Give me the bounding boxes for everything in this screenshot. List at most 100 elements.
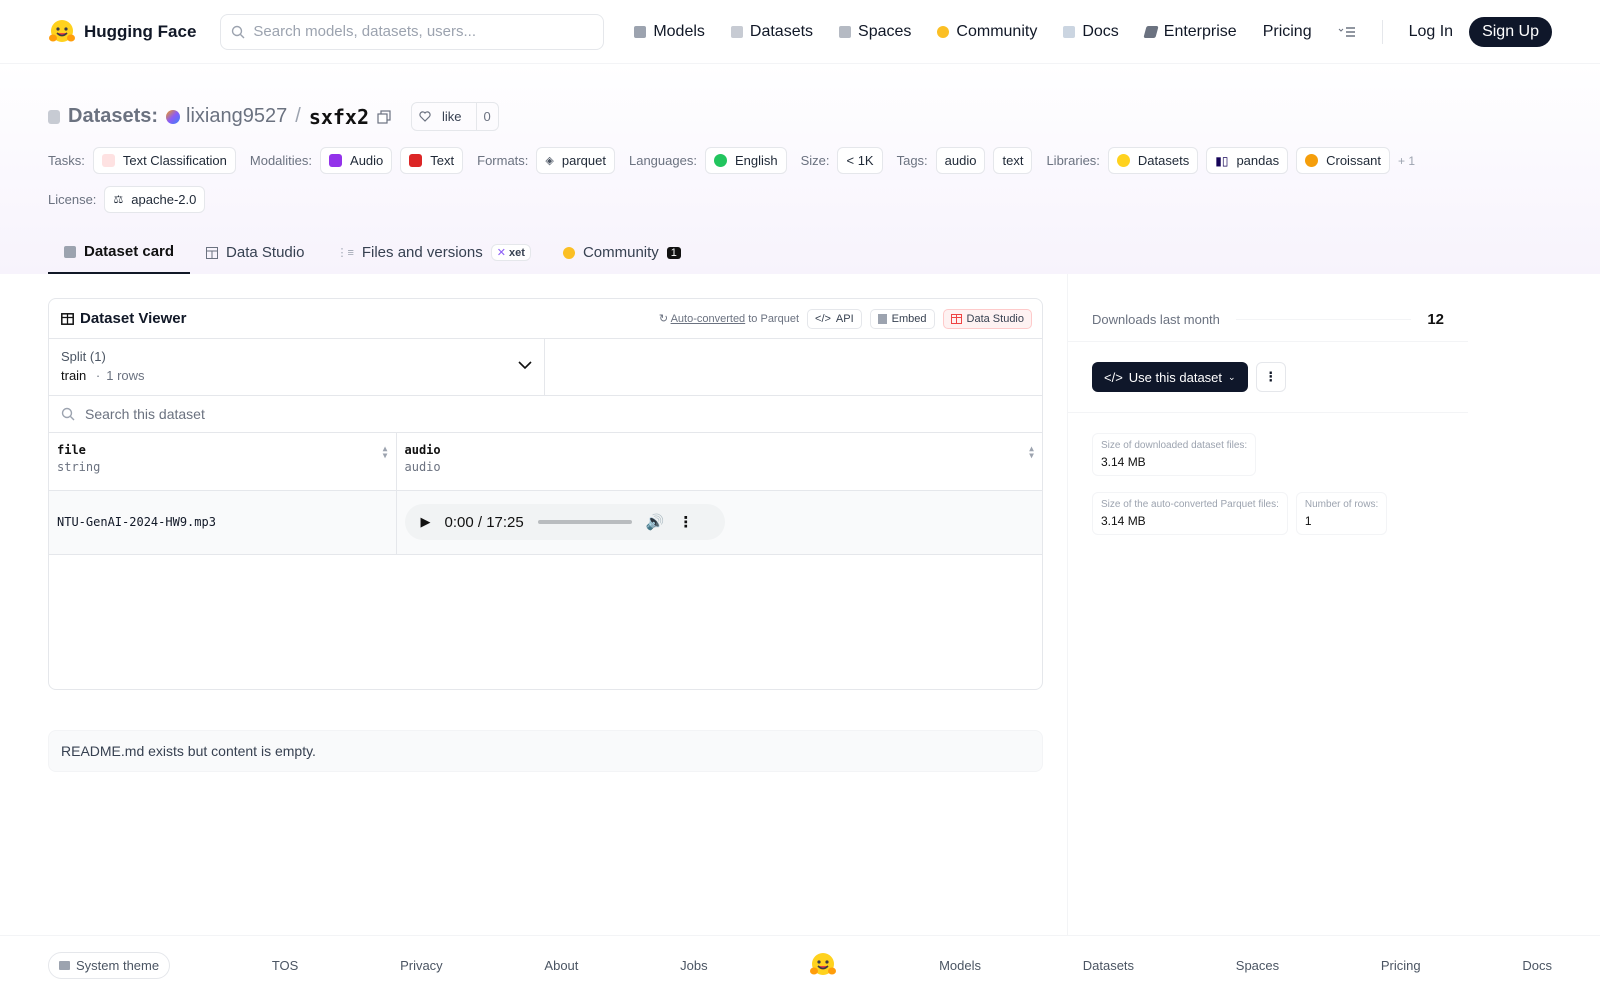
- repo-tabs: Dataset card Data Studio ⋮≡ Files and ver…: [48, 233, 697, 274]
- signup-button[interactable]: Sign Up: [1469, 16, 1552, 47]
- tag-size[interactable]: < 1K: [837, 147, 883, 174]
- text-classification-icon: [101, 154, 115, 167]
- hugging-face-logo-icon[interactable]: [809, 951, 837, 979]
- column-header-file[interactable]: file string ▲ ▼: [49, 433, 397, 491]
- tag-croissant[interactable]: Croissant: [1296, 147, 1391, 174]
- nav-community[interactable]: Community: [937, 23, 1037, 41]
- tag-datasets-lib[interactable]: Datasets: [1107, 147, 1199, 174]
- modalities-label: Modalities:: [249, 153, 313, 168]
- like-button[interactable]: like 0: [411, 102, 499, 131]
- use-dataset-button[interactable]: </> Use this dataset ⌄: [1092, 362, 1248, 392]
- spaces-icon: [839, 25, 852, 38]
- theme-toggle[interactable]: System theme: [48, 951, 171, 979]
- footer-link-spaces[interactable]: Spaces: [1236, 958, 1279, 973]
- tag-label: Text Classification: [122, 153, 227, 168]
- more-tags-link[interactable]: + 1: [1398, 154, 1415, 168]
- dataset-search-input[interactable]: [85, 406, 1030, 422]
- nav-spaces-label: Spaces: [858, 22, 912, 40]
- global-search[interactable]: [220, 13, 605, 50]
- tag-audio[interactable]: Audio: [320, 147, 393, 174]
- xet-label: xet: [509, 247, 525, 259]
- code-icon: </>: [1104, 369, 1123, 385]
- nav-datasets[interactable]: Datasets: [730, 22, 814, 41]
- nav-more-menu[interactable]: [1338, 26, 1356, 38]
- files-icon: ⋮≡: [336, 247, 354, 259]
- tab-dataset-card[interactable]: Dataset card: [48, 233, 191, 274]
- brand-name: Hugging Face: [84, 21, 197, 41]
- nav-docs[interactable]: Docs: [1063, 23, 1119, 41]
- sort-icon[interactable]: ▲ ▼: [383, 445, 388, 460]
- data-studio-button[interactable]: Data Studio: [942, 308, 1032, 329]
- auto-converted-link[interactable]: Auto-converted: [671, 313, 746, 325]
- docs-icon: [1063, 25, 1076, 38]
- footer-link-pricing[interactable]: Pricing: [1381, 958, 1421, 973]
- tab-data-studio[interactable]: Data Studio: [190, 233, 320, 274]
- footer-link-tos[interactable]: TOS: [272, 958, 299, 973]
- column-type: string: [57, 460, 101, 474]
- tag-text-classification[interactable]: Text Classification: [92, 147, 236, 174]
- footer-link-jobs[interactable]: Jobs: [680, 958, 707, 973]
- size-info: Size of downloaded dataset files: 3.14 M…: [1068, 413, 1468, 555]
- embed-button[interactable]: Embed: [869, 308, 935, 329]
- audio-progress-bar[interactable]: [537, 520, 632, 524]
- repo-type-label: Datasets:: [68, 105, 159, 127]
- to-parquet-text: to Parquet: [748, 313, 800, 325]
- login-link[interactable]: Log In: [1409, 23, 1453, 41]
- enterprise-icon: [1143, 25, 1159, 38]
- footer-link-privacy[interactable]: Privacy: [400, 958, 443, 973]
- play-icon[interactable]: ▶: [421, 514, 431, 530]
- nav-datasets-label: Datasets: [749, 22, 814, 40]
- dataset-viewer: Dataset Viewer ↻ Auto-converted to Parqu…: [48, 298, 1043, 690]
- repo-name[interactable]: sxfx2: [309, 105, 369, 129]
- dataset-search[interactable]: [49, 396, 1042, 433]
- audio-player[interactable]: ▶ 0:00 / 17:25 🔊 ⋮: [404, 504, 725, 540]
- more-options-button[interactable]: ⋮: [1255, 362, 1286, 392]
- dataset-card-icon: [64, 245, 76, 258]
- footer-link-models[interactable]: Models: [939, 958, 981, 973]
- size-parquet-value: 3.14 MB: [1101, 514, 1146, 528]
- nav-models[interactable]: Models: [634, 23, 705, 41]
- community-icon: [562, 246, 575, 259]
- tab-community[interactable]: Community 1: [547, 233, 697, 274]
- repo-owner-link[interactable]: lixiang9527: [166, 105, 287, 128]
- column-name: file: [57, 443, 86, 457]
- cell-file[interactable]: NTU-GenAI-2024-HW9.mp3: [49, 490, 397, 555]
- data-studio-label: Data Studio: [966, 312, 1024, 325]
- brand-link[interactable]: Hugging Face: [48, 18, 196, 46]
- heart-icon: [419, 111, 431, 122]
- tag-label: pandas: [1236, 153, 1280, 168]
- embed-label: Embed: [891, 312, 927, 325]
- tag-label: apache-2.0: [131, 192, 197, 207]
- footer-link-datasets[interactable]: Datasets: [1083, 958, 1134, 973]
- tag-audio-keyword[interactable]: audio: [935, 147, 986, 174]
- copy-icon[interactable]: [377, 109, 391, 124]
- global-search-input[interactable]: [253, 23, 594, 40]
- like-count: 0: [475, 103, 498, 130]
- languages-label: Languages:: [628, 153, 697, 168]
- tag-text-keyword[interactable]: text: [993, 147, 1033, 174]
- tab-label: Dataset card: [84, 243, 175, 260]
- tag-label: text: [1002, 153, 1024, 168]
- split-selector[interactable]: Split (1) train · 1 rows: [49, 339, 545, 395]
- size-downloaded-box: Size of downloaded dataset files: 3.14 M…: [1092, 433, 1257, 476]
- tag-text[interactable]: Text: [400, 147, 464, 174]
- api-button[interactable]: </> API: [807, 308, 862, 329]
- tag-english[interactable]: English: [704, 147, 787, 174]
- tag-pandas[interactable]: ▮▯ pandas: [1206, 147, 1289, 174]
- tab-files-and-versions[interactable]: ⋮≡ Files and versions ✕ xet: [320, 233, 547, 274]
- nav-pricing[interactable]: Pricing: [1263, 23, 1312, 41]
- split-row: Split (1) train · 1 rows: [49, 339, 1042, 396]
- footer-link-about[interactable]: About: [544, 958, 578, 973]
- tag-parquet[interactable]: ◈ parquet: [536, 147, 615, 174]
- more-options-icon[interactable]: ⋮: [678, 513, 693, 531]
- search-icon: [232, 25, 245, 38]
- nav-enterprise[interactable]: Enterprise: [1143, 23, 1237, 41]
- footer-link-docs[interactable]: Docs: [1522, 958, 1552, 973]
- nav-spaces[interactable]: Spaces: [839, 23, 911, 41]
- volume-icon[interactable]: 🔊: [646, 513, 665, 531]
- sort-icon[interactable]: ▲ ▼: [1029, 445, 1034, 460]
- tag-label: < 1K: [846, 153, 874, 168]
- left-column: Dataset Viewer ↻ Auto-converted to Parqu…: [0, 274, 1068, 935]
- column-header-audio[interactable]: audio audio ▲ ▼: [396, 433, 1042, 491]
- tag-license[interactable]: ⚖ apache-2.0: [104, 186, 206, 213]
